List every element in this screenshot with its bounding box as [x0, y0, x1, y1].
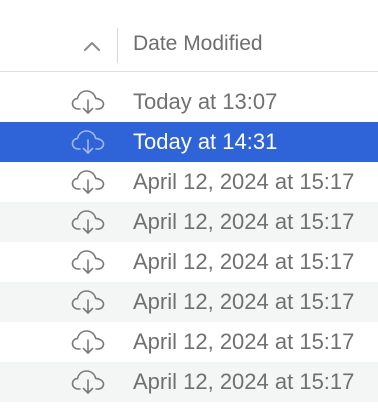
file-row[interactable]: April 12, 2024 at 15:17 [0, 322, 378, 362]
date-modified-cell: April 12, 2024 at 15:17 [133, 329, 355, 354]
date-modified-cell: April 12, 2024 at 15:17 [133, 209, 355, 234]
column-divider[interactable] [117, 28, 118, 63]
cloud-download-icon[interactable] [71, 209, 105, 235]
cloud-download-icon[interactable] [71, 329, 105, 355]
date-modified-cell: Today at 13:07 [133, 89, 278, 114]
file-row[interactable]: Today at 13:07 [0, 82, 378, 122]
file-row-selected[interactable]: Today at 14:31 [0, 122, 378, 162]
cloud-download-icon[interactable] [71, 129, 105, 155]
cloud-download-icon[interactable] [71, 369, 105, 395]
chevron-up-icon[interactable] [82, 37, 102, 57]
cloud-download-icon[interactable] [71, 289, 105, 315]
file-row[interactable]: April 12, 2024 at 15:17 [0, 162, 378, 202]
cloud-download-icon[interactable] [71, 89, 105, 115]
file-row[interactable]: April 12, 2024 at 15:17 [0, 202, 378, 242]
file-row[interactable]: April 12, 2024 at 15:17 [0, 242, 378, 282]
date-modified-cell: April 12, 2024 at 15:17 [133, 289, 355, 314]
cloud-download-icon[interactable] [71, 169, 105, 195]
file-list: Today at 13:07 Today at 14:31 April 12, … [0, 82, 378, 402]
file-row[interactable]: April 12, 2024 at 15:17 [0, 362, 378, 402]
date-modified-cell: April 12, 2024 at 15:17 [133, 369, 355, 394]
date-modified-cell: April 12, 2024 at 15:17 [133, 169, 355, 194]
date-modified-column-header[interactable]: Date Modified [133, 24, 263, 63]
date-modified-cell: April 12, 2024 at 15:17 [133, 249, 355, 274]
cloud-download-icon[interactable] [71, 249, 105, 275]
toolbar-area [0, 0, 378, 25]
date-modified-cell: Today at 14:31 [133, 129, 278, 154]
column-header-bar: Date Modified [0, 24, 378, 72]
file-row[interactable]: April 12, 2024 at 15:17 [0, 282, 378, 322]
